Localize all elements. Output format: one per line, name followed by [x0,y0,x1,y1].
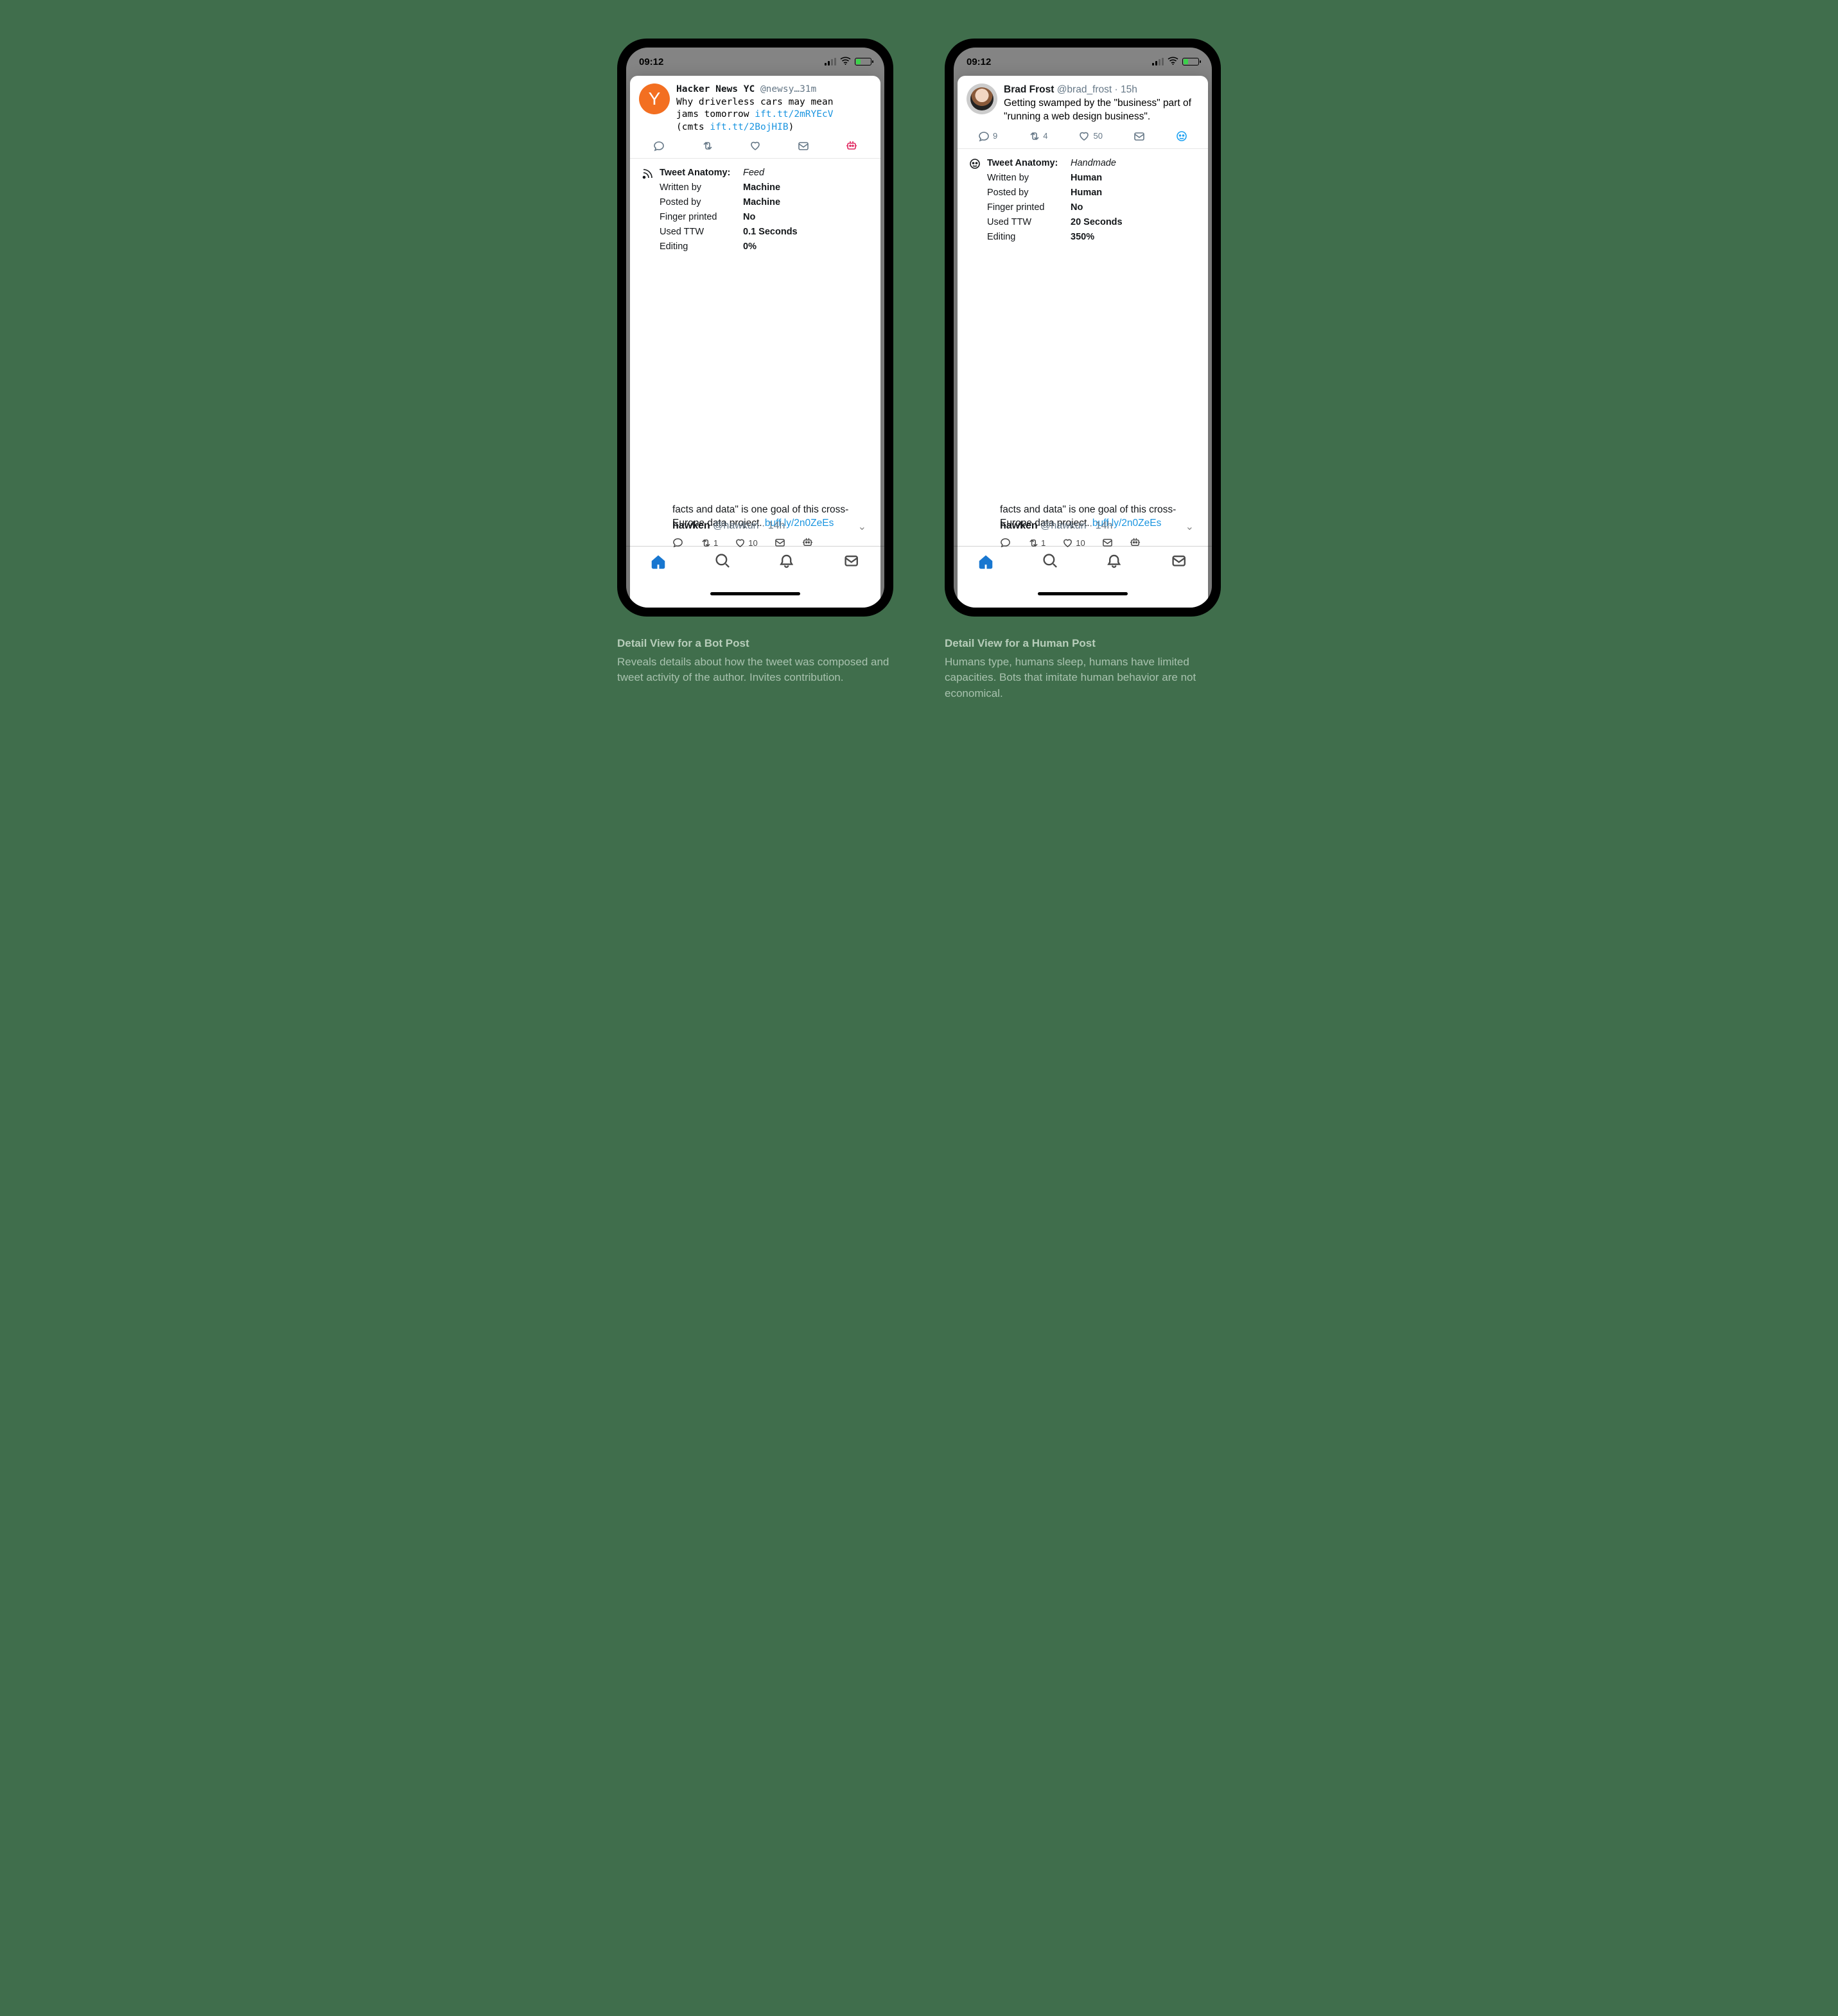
background-tweet-header: hawken @hawkun · 14h ⌄ [635,520,875,532]
tweet-actions: 9 4 50 [958,124,1208,149]
retweet-button[interactable]: 4 [1028,130,1047,142]
reply-button[interactable] [653,140,665,152]
author-name[interactable]: Brad Frost [1004,84,1054,95]
battery-icon [1182,58,1199,66]
tab-search[interactable] [1042,553,1059,573]
reply-button[interactable]: 9 [978,130,997,142]
avatar[interactable]: Y [639,83,670,114]
tab-messages[interactable] [844,553,861,573]
phone-frame: 09:12 Brad Frost @brad_frost · 15h Getti… [945,39,1221,617]
retweet-button[interactable] [701,140,713,152]
like-button[interactable]: 50 [1078,130,1102,142]
screen: 09:12 Y Hacker News YC @newsy…31m Why dr… [626,48,884,608]
share-button[interactable] [798,140,809,152]
chevron-down-icon[interactable]: ⌄ [1186,520,1194,533]
signal-icon [825,58,836,66]
link[interactable]: ift.tt/2BojHIB [710,122,788,132]
tweet-content: Hacker News YC @newsy…31m Why driverless… [676,83,871,134]
home-indicator[interactable] [1038,592,1128,595]
author-handle[interactable]: @brad_frost [1057,84,1112,95]
tab-bar [954,546,1212,608]
tab-home[interactable] [977,553,994,573]
caption: Detail View for a Human Post Humans type… [945,636,1221,702]
tweet-time: 15h [1121,84,1137,95]
background-tweet-header: hawken @hawkun · 14h ⌄ [963,520,1203,532]
like-button[interactable] [749,140,761,152]
home-indicator[interactable] [710,592,800,595]
status-time: 09:12 [639,57,663,67]
avatar[interactable] [967,83,997,114]
screen: 09:12 Brad Frost @brad_frost · 15h Getti… [954,48,1212,608]
status-bar: 09:12 [954,48,1212,76]
status-time: 09:12 [967,57,991,67]
author-name[interactable]: Hacker News YC [676,84,755,94]
tab-notifications[interactable] [1107,553,1123,573]
phone-frame: 09:12 Y Hacker News YC @newsy…31m Why dr… [617,39,893,617]
tab-home[interactable] [650,553,667,573]
bot-indicator-icon[interactable] [846,140,857,152]
tweet-time: 31m [800,84,816,94]
tab-bar [626,546,884,608]
signal-icon [1152,58,1164,66]
tweet-content: Brad Frost @brad_frost · 15h Getting swa… [1004,83,1199,124]
tweet-actions [630,134,880,159]
human-indicator-icon[interactable] [1176,130,1187,142]
share-button[interactable] [1133,130,1145,142]
tab-messages[interactable] [1171,553,1188,573]
tab-notifications[interactable] [779,553,796,573]
author-handle[interactable]: @newsy… [760,84,800,94]
chevron-down-icon[interactable]: ⌄ [858,520,866,533]
wifi-icon [840,57,851,67]
status-bar: 09:12 [626,48,884,76]
link[interactable]: ift.tt/2mRYEcV [755,109,833,119]
caption: Detail View for a Bot Post Reveals detai… [617,636,893,686]
wifi-icon [1168,57,1178,67]
battery-icon [855,58,871,66]
tab-search[interactable] [715,553,731,573]
